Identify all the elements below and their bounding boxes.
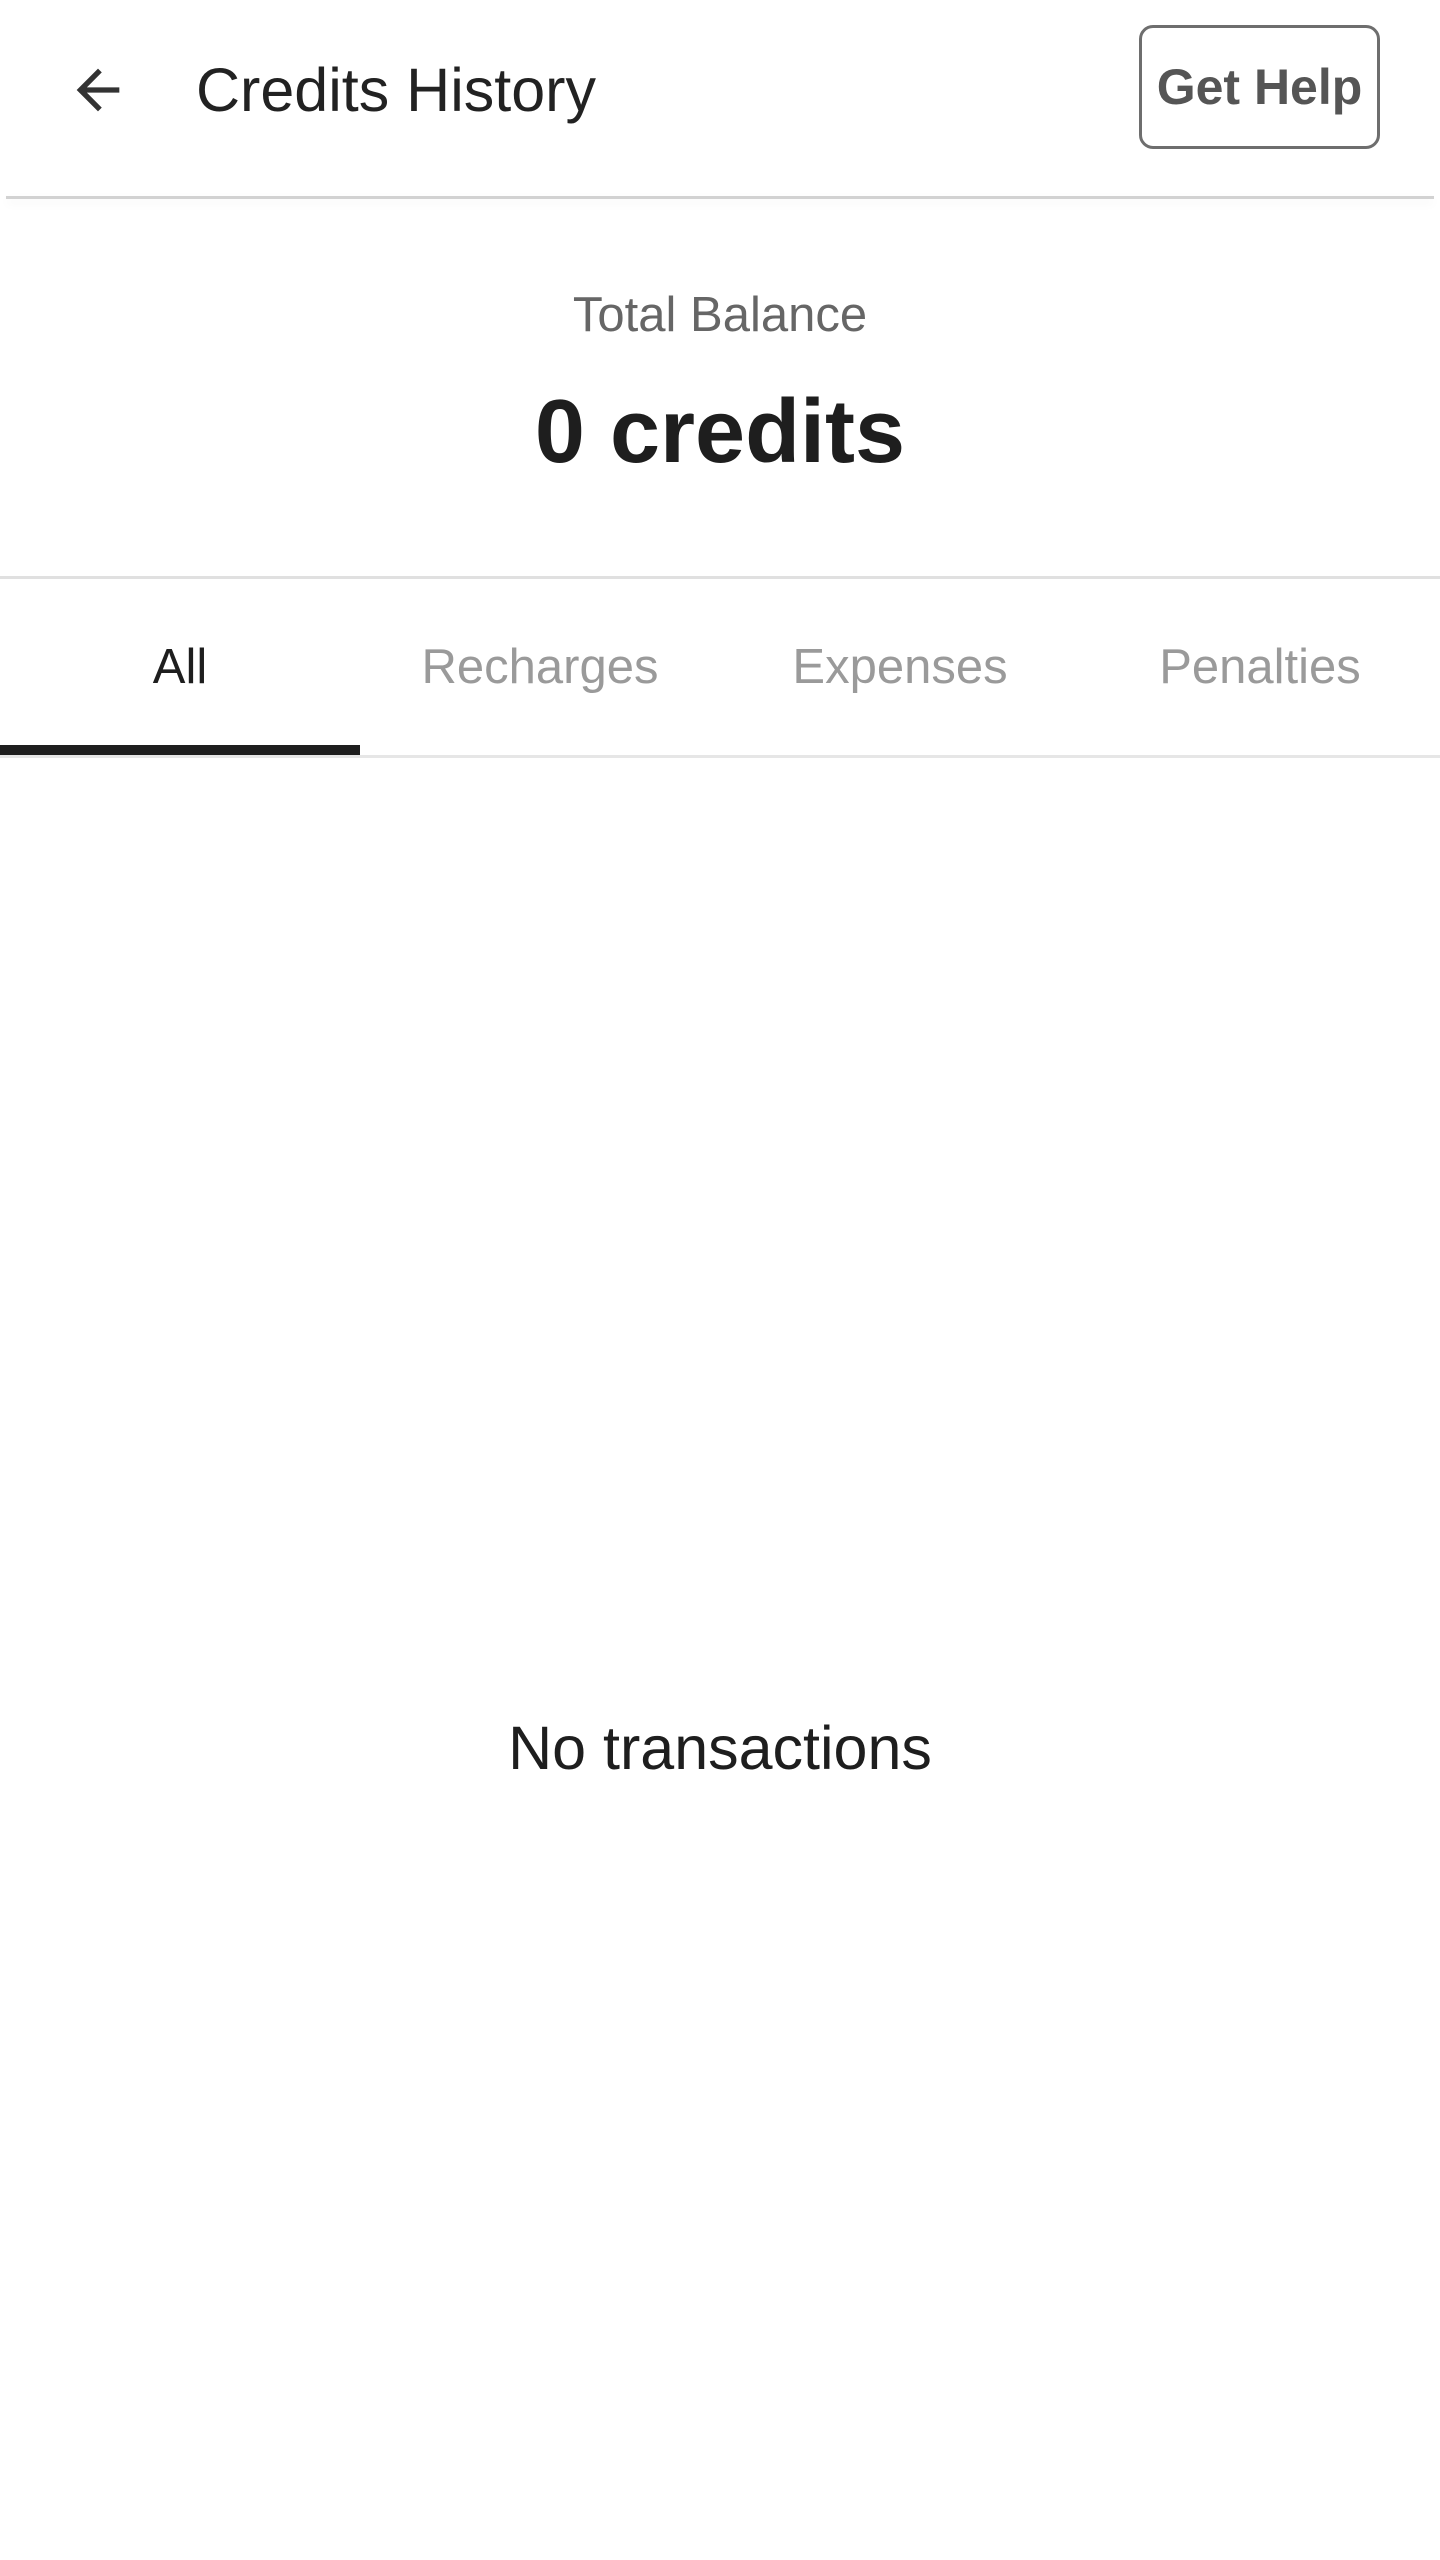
- tab-expenses[interactable]: Expenses: [720, 579, 1080, 755]
- balance-value: 0 credits: [534, 382, 906, 482]
- get-help-button[interactable]: Get Help: [1139, 25, 1380, 149]
- arrow-left-icon: [76, 68, 120, 112]
- tab-recharges[interactable]: Recharges: [360, 579, 720, 755]
- tab-all[interactable]: All: [0, 579, 360, 755]
- tabs-divider: [0, 755, 1440, 758]
- app-bar: Credits History Get Help: [0, 0, 1440, 198]
- tab-bar: All Recharges Expenses Penalties: [0, 579, 1440, 755]
- active-tab-indicator: [0, 745, 360, 755]
- balance-section: Total Balance 0 credits: [0, 199, 1440, 576]
- page-title: Credits History: [196, 56, 596, 124]
- empty-state-message: No transactions: [508, 1714, 932, 1782]
- back-button[interactable]: [46, 38, 150, 142]
- balance-label: Total Balance: [572, 288, 868, 342]
- tab-penalties[interactable]: Penalties: [1080, 579, 1440, 755]
